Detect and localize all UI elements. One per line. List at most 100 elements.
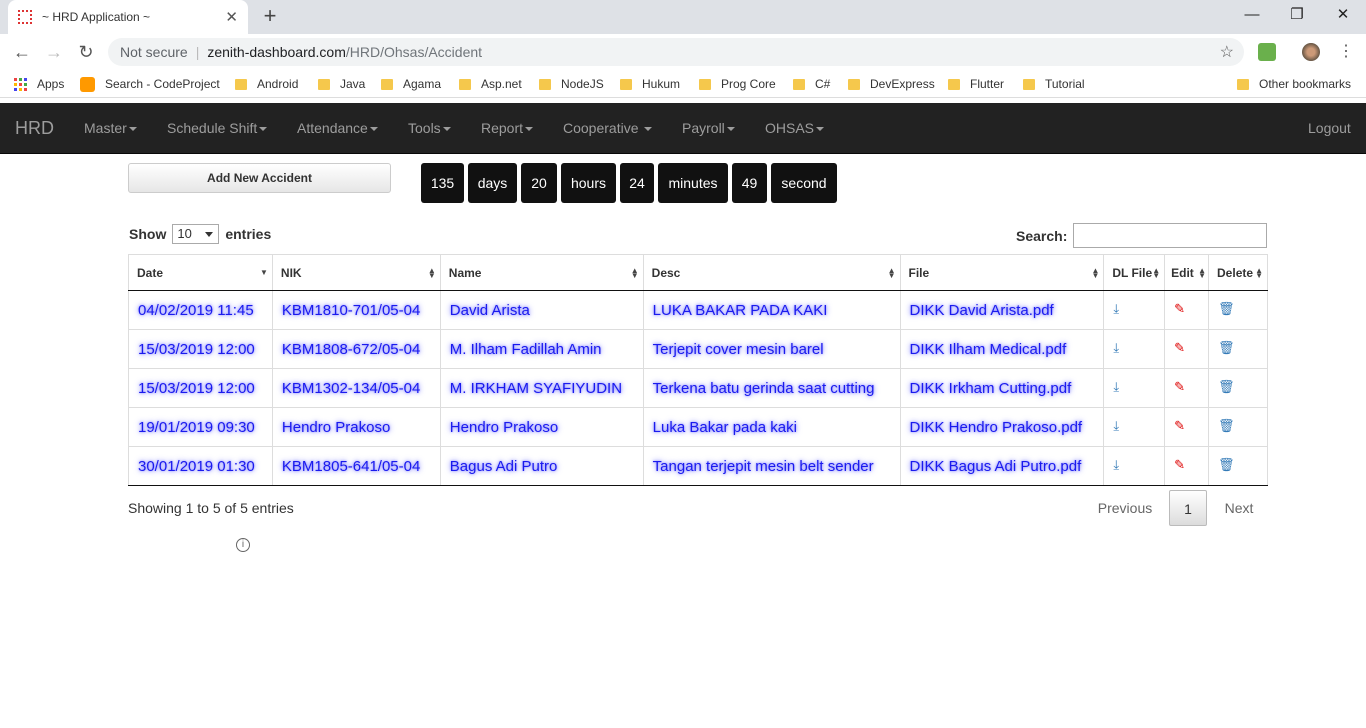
menu-tools[interactable]: Tools [408,120,451,136]
caret-down-icon [816,127,825,132]
download-icon[interactable]: ⤓ [1113,301,1119,316]
col-header-date[interactable]: Date ▼ [128,254,273,291]
brand[interactable]: HRD [15,118,54,139]
bookmark-folder[interactable]: Java [318,76,365,92]
folder-icon [318,78,330,90]
back-icon[interactable]: ← [10,40,34,64]
avatar[interactable] [1302,43,1320,61]
logout-link[interactable]: Logout [1308,120,1351,136]
download-icon[interactable]: ⤓ [1113,379,1119,394]
bookmark-folder[interactable]: Prog Core [699,76,776,92]
extension-icon[interactable] [1258,43,1276,61]
col-header-name[interactable]: Name ▲ ▼ [439,254,644,291]
menu-ohsas[interactable]: OHSAS [765,120,825,136]
url-field[interactable]: i Not secure | zenith-dashboard.com /HRD… [108,38,1244,552]
download-icon[interactable]: ⤓ [1113,457,1119,472]
bookmark-folder[interactable]: Android [235,76,298,92]
bookmark-folder[interactable]: Flutter [948,76,1004,92]
pencil-icon[interactable]: ✎ [1174,418,1185,433]
bookmark-folder[interactable]: Tutorial [1023,76,1085,92]
other-bookmarks[interactable]: Other bookmarks [1237,76,1351,92]
cell-edit: ✎ [1164,329,1210,369]
page-1-button[interactable]: 1 [1169,490,1207,526]
menu-kebab-icon[interactable]: ⋮ [1334,40,1358,64]
trash-icon[interactable]: 🗑 [1218,301,1235,316]
table-header-row: Date ▼ NIK ▲ ▼ Name ▲ ▼ Desc ▲ ▼ File ▲ ▼ DL File… [128,254,1268,291]
menu-schedule-shift[interactable]: Schedule Shift [167,120,268,136]
table-row: 15/03/2019 12:00 KBM1302-134/05-04 M. IR… [128,368,1268,408]
add-accident-button[interactable]: Add New Accident [128,163,391,193]
sort-icon: ▲ ▼ [1091,266,1100,280]
close-window-icon[interactable]: ✕ [1320,0,1366,30]
menu-label: Schedule Shift [167,120,258,136]
bookmark-apps[interactable]: Apps [14,76,64,92]
trash-icon[interactable]: 🗑 [1218,340,1235,355]
trash-icon[interactable]: 🗑 [1218,379,1235,394]
menu-payroll[interactable]: Payroll [682,120,735,136]
close-tab-icon[interactable]: ✕ [225,8,238,26]
menu-master[interactable]: Master [84,120,137,136]
previous-button[interactable]: Previous [1088,490,1162,526]
cell-delete: 🗑 [1208,290,1268,330]
pencil-icon[interactable]: ✎ [1174,379,1185,394]
col-header-desc[interactable]: Desc ▲ ▼ [642,254,901,291]
col-header-dl-file[interactable]: DL File ▲ ▼ [1103,254,1166,291]
pencil-icon[interactable]: ✎ [1174,457,1185,472]
cell-download: ⤓ [1103,368,1166,408]
bookmark-folder[interactable]: NodeJS [539,76,604,92]
show-label: Show [129,226,167,242]
bookmark-codeproject[interactable]: Search - CodeProject [80,76,220,92]
security-label: Not secure [120,44,188,60]
header-label: File [908,265,930,280]
bookmark-label: NodeJS [561,77,604,91]
minimize-icon[interactable]: — [1229,0,1275,30]
entries-length-select[interactable]: 10 [172,224,220,244]
search-label: Search: [1016,228,1068,244]
col-header-edit[interactable]: Edit ▲ ▼ [1164,254,1210,291]
download-icon[interactable]: ⤓ [1113,340,1119,355]
sort-icon: ▲ ▼ [1198,266,1207,280]
pencil-icon[interactable]: ✎ [1174,340,1185,355]
cell-name: David Arista [439,290,644,330]
countdown-days-value: 135 [421,163,464,203]
cell-name: Hendro Prakoso [439,407,644,447]
next-button[interactable]: Next [1212,490,1266,526]
trash-icon[interactable]: 🗑 [1218,457,1235,472]
col-header-delete[interactable]: Delete ▲ ▼ [1208,254,1268,291]
bookmark-folder[interactable]: DevExpress [848,76,935,92]
menu-report[interactable]: Report [481,120,534,136]
cell-delete: 🗑 [1208,446,1268,486]
reload-icon[interactable]: ↻ [74,40,98,64]
sort-desc-icon: ▼ [259,268,268,277]
bookmark-folder[interactable]: Agama [381,76,441,92]
bookmark-star-icon[interactable]: ☆ [1220,42,1234,62]
folder-icon [381,78,393,90]
folder-icon [620,78,632,90]
entries-label: entries [225,226,272,242]
bookmark-folder[interactable]: C# [793,76,830,92]
info-icon[interactable]: i [236,538,250,552]
download-icon[interactable]: ⤓ [1113,418,1119,433]
bookmark-folder[interactable]: Asp.net [459,76,522,92]
pencil-icon[interactable]: ✎ [1174,301,1185,316]
menu-cooperative[interactable]: Cooperative [563,120,653,136]
cell-download: ⤓ [1103,290,1166,330]
menu-attendance[interactable]: Attendance [297,120,378,136]
menu-label: Report [481,120,524,136]
forward-icon[interactable]: → [42,40,66,64]
col-header-nik[interactable]: NIK ▲ ▼ [271,254,441,291]
search-input[interactable] [1073,223,1267,248]
menu-label: OHSAS [765,120,815,136]
bookmark-label: Apps [37,77,65,91]
restore-icon[interactable]: ❐ [1274,0,1320,30]
col-header-file[interactable]: File ▲ ▼ [899,254,1105,291]
trash-icon[interactable]: 🗑 [1218,418,1235,433]
browser-tab[interactable]: ~ HRD Application ~ ✕ [8,0,248,34]
bookmark-folder[interactable]: Hukum [620,76,680,92]
new-tab-button[interactable]: + [258,4,282,28]
countdown-seconds-label: second [771,163,837,203]
caret-down-icon [644,127,653,132]
bookmark-label: C# [815,77,831,91]
cell-name: M. IRKHAM SYAFIYUDIN [439,368,644,408]
cell-desc: LUKA BAKAR PADA KAKI [642,290,901,330]
